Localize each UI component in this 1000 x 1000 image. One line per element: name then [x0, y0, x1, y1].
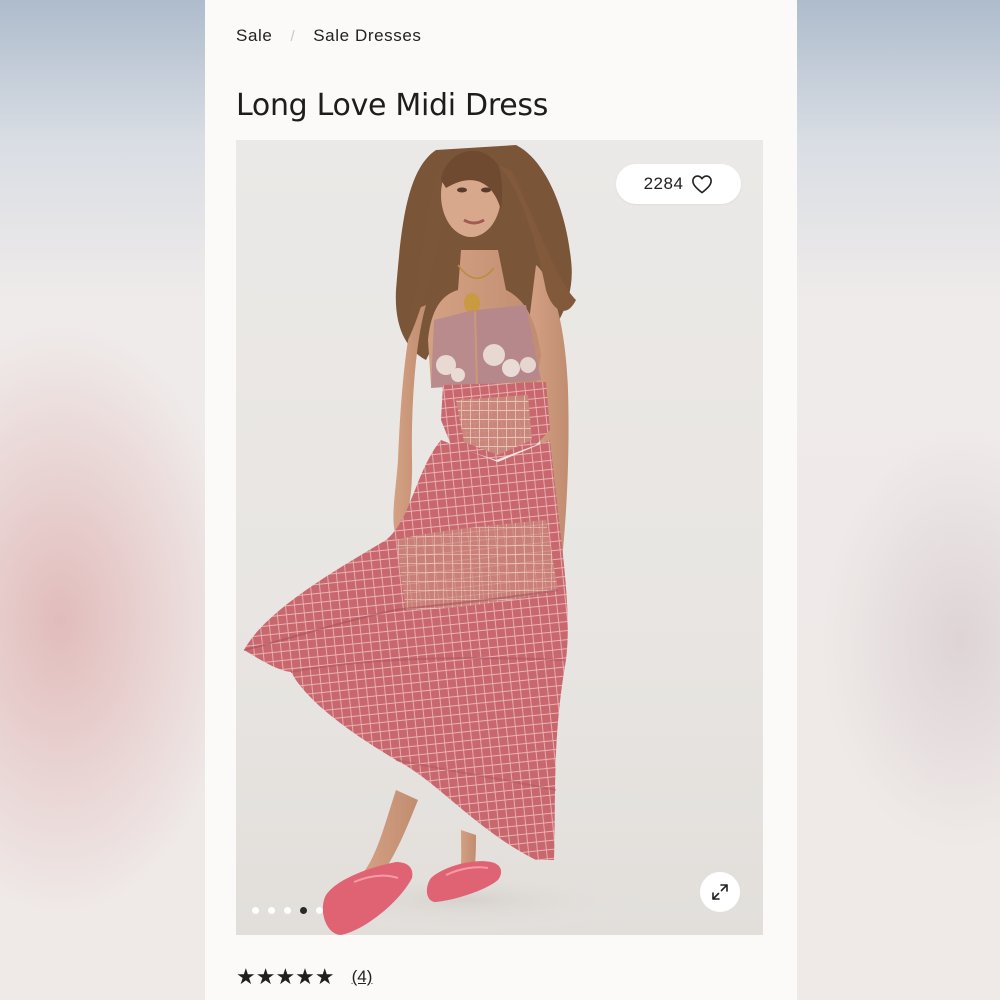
carousel-pagination: [252, 907, 323, 914]
breadcrumb-separator: /: [290, 27, 296, 45]
product-image-gallery[interactable]: 2284: [236, 140, 763, 935]
product-photo: [243, 145, 646, 935]
rating-stars: ★★★★★: [236, 964, 335, 989]
breadcrumb-link-sale[interactable]: Sale: [236, 26, 272, 46]
favorite-button[interactable]: 2284: [616, 164, 741, 204]
carousel-dot[interactable]: [252, 907, 259, 914]
review-count-link[interactable]: (4): [352, 967, 373, 987]
product-title: Long Love Midi Dress: [236, 88, 549, 123]
carousel-dot[interactable]: [268, 907, 275, 914]
breadcrumb: Sale / Sale Dresses: [236, 26, 422, 46]
heart-outline-icon: [692, 175, 713, 194]
breadcrumb-link-sale-dresses[interactable]: Sale Dresses: [313, 26, 421, 46]
product-card: Sale / Sale Dresses Long Love Midi Dress: [205, 0, 797, 1000]
expand-arrows-icon: [712, 884, 728, 900]
carousel-dot[interactable]: [316, 907, 323, 914]
carousel-dot-active[interactable]: [300, 907, 307, 914]
carousel-dot[interactable]: [284, 907, 291, 914]
favorite-count: 2284: [643, 174, 684, 193]
product-rating: ★★★★★ (4): [236, 964, 372, 990]
expand-image-button[interactable]: [700, 872, 740, 912]
